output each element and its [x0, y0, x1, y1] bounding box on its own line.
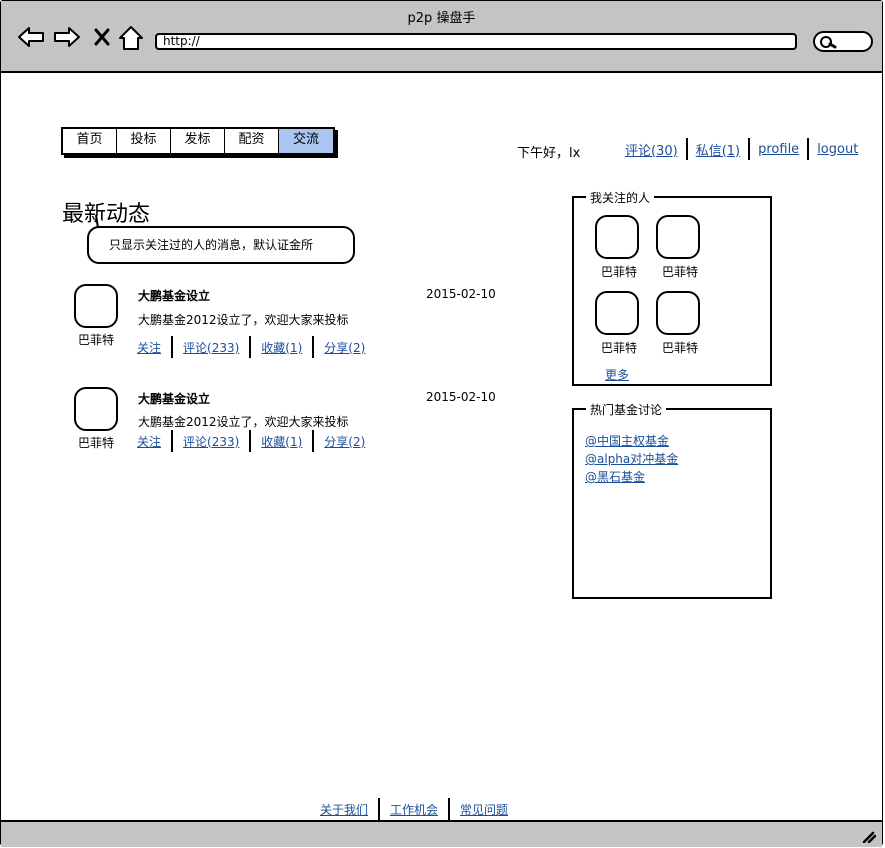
avatar[interactable] — [656, 215, 700, 259]
browser-toolbar: p2p 操盘手 http:// — [1, 1, 882, 73]
post-date: 2015-02-10 — [426, 287, 496, 301]
person-name[interactable]: 巴菲特 — [593, 339, 645, 356]
post-body: 大鹏基金2012设立了，欢迎大家来投标 — [138, 415, 349, 429]
person-name[interactable]: 巴菲特 — [654, 339, 706, 356]
avatar[interactable] — [74, 284, 118, 328]
faq-link[interactable]: 常见问题 — [450, 801, 518, 818]
avatar[interactable] — [595, 215, 639, 259]
filter-note-callout: 只显示关注过的人的消息，默认证金所 — [87, 226, 355, 264]
avatar[interactable] — [74, 387, 118, 431]
fund-link[interactable]: @黑石基金 — [585, 468, 678, 486]
profile-link[interactable]: profile — [750, 142, 807, 157]
post-title[interactable]: 大鹏基金设立 — [138, 390, 210, 407]
fund-link[interactable]: @alpha对冲基金 — [585, 450, 678, 468]
following-panel: 我关注的人 巴菲特 巴菲特 巴菲特 巴菲特 更多 — [572, 189, 772, 386]
search-icon — [820, 36, 837, 49]
share-link[interactable]: 分享(2) — [314, 433, 375, 450]
more-following-link[interactable]: 更多 — [605, 366, 629, 383]
user-links: 评论(30) 私信(1) profile logout — [617, 138, 866, 160]
about-link[interactable]: 关于我们 — [310, 801, 378, 818]
share-link[interactable]: 分享(2) — [314, 339, 375, 356]
post-actions: 关注 评论(233) 收藏(1) 分享(2) — [137, 430, 375, 452]
search-box[interactable] — [813, 31, 873, 52]
avatar[interactable] — [656, 291, 700, 335]
close-x-icon[interactable] — [93, 25, 111, 53]
comment-link[interactable]: 评论(233) — [173, 339, 249, 356]
url-input[interactable]: http:// — [155, 33, 797, 50]
main-nav-tabs: 首页 投标 发标 配资 交流 — [61, 127, 335, 155]
tab-community[interactable]: 交流 — [279, 129, 333, 153]
panel-title: 我关注的人 — [586, 189, 655, 206]
home-icon[interactable] — [118, 25, 144, 55]
jobs-link[interactable]: 工作机会 — [380, 801, 448, 818]
tab-bid[interactable]: 投标 — [117, 129, 171, 153]
status-bar — [1, 820, 882, 847]
comments-link[interactable]: 评论(30) — [617, 140, 686, 159]
favorite-link[interactable]: 收藏(1) — [251, 433, 312, 450]
window-title: p2p 操盘手 — [407, 11, 476, 26]
tab-home[interactable]: 首页 — [63, 129, 117, 153]
resize-grip-icon[interactable] — [862, 831, 876, 843]
favorite-link[interactable]: 收藏(1) — [251, 339, 312, 356]
back-arrow-icon[interactable] — [17, 25, 45, 53]
forward-arrow-icon[interactable] — [53, 25, 81, 53]
panel-title: 热门基金讨论 — [586, 401, 667, 418]
author-name[interactable]: 巴菲特 — [70, 331, 122, 348]
follow-link[interactable]: 关注 — [137, 433, 171, 450]
person-name[interactable]: 巴菲特 — [654, 263, 706, 280]
post-title[interactable]: 大鹏基金设立 — [138, 287, 210, 304]
hot-funds-panel: 热门基金讨论 @中国主权基金 @alpha对冲基金 @黑石基金 — [572, 401, 772, 599]
fund-link[interactable]: @中国主权基金 — [585, 432, 678, 450]
follow-link[interactable]: 关注 — [137, 339, 171, 356]
feed-item: 巴菲特 大鹏基金设立 2015-02-10 大鹏基金2012设立了，欢迎大家来投… — [70, 387, 510, 477]
author-name[interactable]: 巴菲特 — [70, 434, 122, 451]
avatar[interactable] — [595, 291, 639, 335]
tab-issue[interactable]: 发标 — [171, 129, 225, 153]
tab-financing[interactable]: 配资 — [225, 129, 279, 153]
post-body: 大鹏基金2012设立了，欢迎大家来投标 — [138, 313, 349, 327]
footer-links: 关于我们 工作机会 常见问题 — [310, 798, 518, 820]
greeting-text: 下午好，lx — [517, 146, 581, 161]
post-actions: 关注 评论(233) 收藏(1) 分享(2) — [137, 336, 375, 358]
messages-link[interactable]: 私信(1) — [688, 140, 748, 159]
logout-link[interactable]: logout — [809, 142, 866, 157]
feed-item: 巴菲特 大鹏基金设立 2015-02-10 大鹏基金2012设立了，欢迎大家来投… — [70, 284, 510, 374]
post-date: 2015-02-10 — [426, 390, 496, 404]
person-name[interactable]: 巴菲特 — [593, 263, 645, 280]
fund-list: @中国主权基金 @alpha对冲基金 @黑石基金 — [585, 432, 678, 486]
comment-link[interactable]: 评论(233) — [173, 433, 249, 450]
